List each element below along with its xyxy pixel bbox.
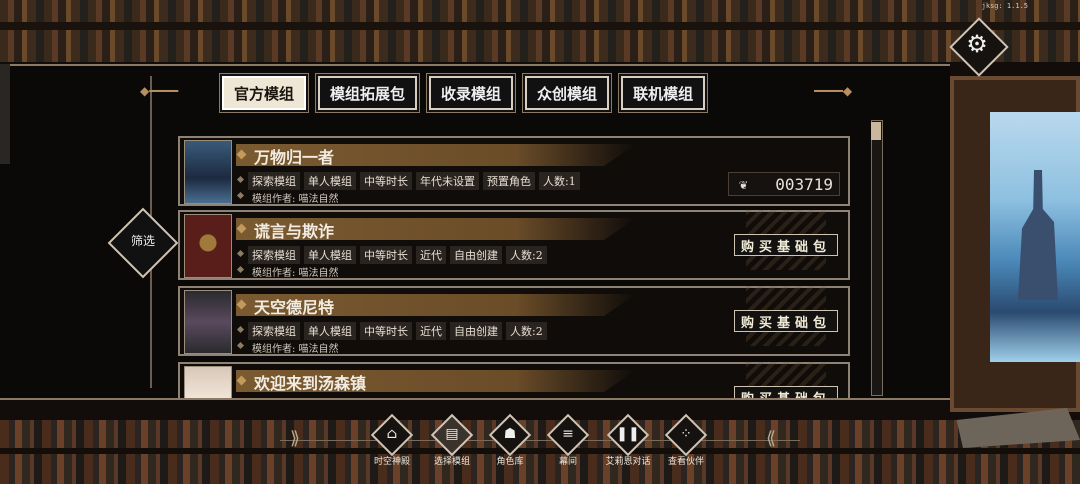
bookshelf-top <box>0 0 1080 62</box>
counter-value: 003719 <box>775 174 833 194</box>
author-bullet-icon <box>236 341 245 350</box>
module-tag: 探索模组 <box>248 322 300 340</box>
module-tag: 单人模组 <box>304 322 356 340</box>
module-tags: 探索模组 单人模组 中等时长 近代 自由创建 人数:2 <box>248 322 547 340</box>
tab-ornament-left: ◆━━━━ <box>140 84 179 98</box>
module-title: 欢迎来到汤森镇 <box>254 374 367 393</box>
tab-collected[interactable]: 收录模组 <box>429 76 514 110</box>
author-bullet-icon <box>236 191 245 200</box>
nav-dialogue[interactable]: ❚❚ 艾莉恩对话 <box>598 413 658 472</box>
module-tag: 自由创建 <box>450 322 502 340</box>
tag-bullet-icon <box>236 325 245 334</box>
filter-label: 筛选 <box>130 234 155 248</box>
version-label: jksg: 1.1.5 <box>981 2 1028 10</box>
tab-official[interactable]: 官方模组 <box>222 76 307 110</box>
module-tag: 自由创建 <box>450 246 502 264</box>
module-author: 模组作者: 喵法自然 <box>252 344 339 355</box>
module-card[interactable]: 谎言与欺诈 探索模组 单人模组 中等时长 近代 自由创建 人数:2 模组作者: … <box>178 210 850 280</box>
module-card[interactable]: 欢迎来到汤森镇 购买基础包 <box>178 362 850 398</box>
module-cover <box>184 290 232 354</box>
module-author: 模组作者: 喵法自然 <box>252 194 339 205</box>
author-bullet-icon <box>236 265 245 274</box>
nav-partners[interactable]: ⁘ 查看伙伴 <box>656 413 716 472</box>
module-tag: 人数:2 <box>506 322 547 340</box>
nav-label: 查看伙伴 <box>667 457 704 467</box>
left-edge <box>0 64 10 164</box>
module-card[interactable]: 天空德尼特 探索模组 单人模组 中等时长 近代 自由创建 人数:2 模组作者: … <box>178 286 850 356</box>
module-cover <box>184 140 232 204</box>
module-tag: 探索模组 <box>248 172 300 190</box>
gear-icon: ⚙ <box>966 30 988 58</box>
module-tabs: 官方模组 模组拓展包 收录模组 众创模组 联机模组 <box>222 76 706 110</box>
nav-label: 幕间 <box>558 457 577 467</box>
bottom-navigation: ⟫ ⟪ ⌂ 时空神殿 ▤ 选择模组 ☗ 角色库 ≡ 幕间 ❚❚ 艾莉恩对话 ⁘ … <box>280 413 800 474</box>
partner-icon: ⁘ <box>680 426 692 442</box>
module-title: 万物归一者 <box>254 148 335 167</box>
module-tag: 人数:1 <box>539 172 580 190</box>
module-title: 天空德尼特 <box>254 298 335 317</box>
nav-label: 艾莉恩对话 <box>605 457 651 467</box>
tag-bullet-icon <box>236 175 245 184</box>
module-list: 万物归一者 探索模组 单人模组 中等时长 年代未设置 预置角色 人数:1 模组作… <box>178 136 850 398</box>
tab-expansion[interactable]: 模组拓展包 <box>318 76 418 110</box>
module-tag: 中等时长 <box>360 172 412 190</box>
nav-select-module[interactable]: ▤ 选择模组 <box>422 413 482 472</box>
dialogue-icon: ❚❚ <box>616 426 640 442</box>
nav-interlude[interactable]: ≡ 幕间 <box>538 413 598 472</box>
nav-label: 时空神殿 <box>373 457 410 467</box>
nav-label: 选择模组 <box>433 457 470 467</box>
module-tags: 探索模组 单人模组 中等时长 年代未设置 预置角色 人数:1 <box>248 172 580 190</box>
scrollbar-track[interactable] <box>871 120 883 396</box>
nav-character-library[interactable]: ☗ 角色库 <box>480 413 540 472</box>
nav-ornament-right: ⟪ <box>766 428 777 449</box>
module-tag: 近代 <box>416 246 446 264</box>
module-tag: 单人模组 <box>304 246 356 264</box>
module-tag: 近代 <box>416 322 446 340</box>
tab-community[interactable]: 众创模组 <box>525 76 610 110</box>
nav-temple[interactable]: ⌂ 时空神殿 <box>362 413 422 472</box>
module-card[interactable]: 万物归一者 探索模组 单人模组 中等时长 年代未设置 预置角色 人数:1 模组作… <box>178 136 850 206</box>
interlude-icon: ≡ <box>562 426 574 442</box>
module-title: 谎言与欺诈 <box>254 222 335 241</box>
nav-label: 角色库 <box>496 457 524 467</box>
character-icon: ☗ <box>503 426 517 442</box>
cards-icon: ▤ <box>445 426 459 442</box>
buy-base-pack-button[interactable]: 购买基础包 <box>733 310 838 332</box>
module-tag: 单人模组 <box>304 172 356 190</box>
nav-ornament-left: ⟫ <box>290 428 301 449</box>
leaf-icon: ❦ <box>739 177 748 193</box>
module-tag: 探索模组 <box>248 246 300 264</box>
tag-bullet-icon <box>236 249 245 258</box>
module-tag: 中等时长 <box>360 322 412 340</box>
module-cover <box>184 214 232 278</box>
tab-multiplayer[interactable]: 联机模组 <box>621 76 706 110</box>
module-author: 模组作者: 喵法自然 <box>252 268 339 279</box>
module-tag: 预置角色 <box>483 172 535 190</box>
module-tag: 年代未设置 <box>416 172 479 190</box>
scrollbar-thumb[interactable] <box>871 122 881 140</box>
module-tags: 探索模组 单人模组 中等时长 近代 自由创建 人数:2 <box>248 246 547 264</box>
buy-base-pack-button[interactable]: 购买基础包 <box>733 234 838 256</box>
module-cover <box>184 366 232 398</box>
temple-icon: ⌂ <box>386 426 398 442</box>
buy-base-pack-button[interactable]: 购买基础包 <box>733 386 838 398</box>
play-counter: ❦ 003719 <box>728 172 840 196</box>
module-tag: 中等时长 <box>360 246 412 264</box>
module-tag: 人数:2 <box>506 246 547 264</box>
tab-ornament-right: ━━━━◆ <box>814 84 853 98</box>
